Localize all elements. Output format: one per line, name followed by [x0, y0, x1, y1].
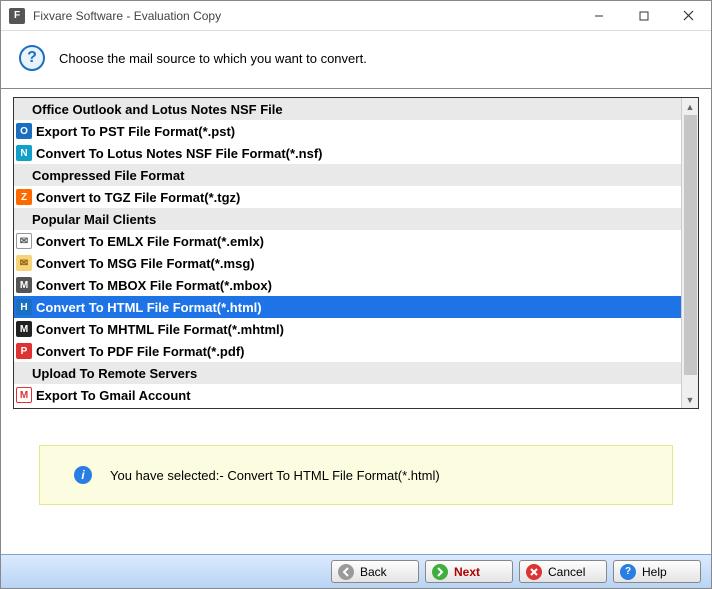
list-item-label: Convert To MSG File Format(*.msg) [36, 256, 255, 271]
question-icon: ? [19, 45, 45, 71]
title-bar: F Fixvare Software - Evaluation Copy [1, 1, 711, 31]
maximize-icon [639, 11, 649, 21]
list-item[interactable]: ✉ Convert To EMLX File Format(*.emlx) [14, 230, 681, 252]
pdf-icon: P [16, 343, 32, 359]
mbox-icon: M [16, 277, 32, 293]
instruction-header: ? Choose the mail source to which you wa… [1, 31, 711, 87]
info-icon: i [74, 466, 92, 484]
cancel-button[interactable]: Cancel [519, 560, 607, 583]
nsf-icon: N [16, 145, 32, 161]
msg-icon: ✉ [16, 255, 32, 271]
next-button-label: Next [454, 565, 480, 579]
list-item-label: Convert To PDF File Format(*.pdf) [36, 344, 244, 359]
next-button[interactable]: Next [425, 560, 513, 583]
list-item[interactable]: M Export To Gmail Account [14, 384, 681, 406]
scroll-down-button[interactable]: ▼ [682, 391, 698, 408]
list-item-label: Export To PST File Format(*.pst) [36, 124, 235, 139]
mhtml-icon: M [16, 321, 32, 337]
emlx-icon: ✉ [16, 233, 32, 249]
tgz-icon: Z [16, 189, 32, 205]
outlook-icon: O [16, 123, 32, 139]
app-icon: F [9, 8, 25, 24]
gmail-icon: M [16, 387, 32, 403]
list-group-header: Upload To Remote Servers [14, 362, 681, 384]
back-button-label: Back [360, 565, 387, 579]
list-item[interactable]: H Convert To HTML File Format(*.html) [14, 296, 681, 318]
help-icon: ? [620, 564, 636, 580]
list-item-label: Convert To MHTML File Format(*.mhtml) [36, 322, 284, 337]
format-list[interactable]: Office Outlook and Lotus Notes NSF FileO… [14, 98, 681, 408]
help-button[interactable]: ? Help [613, 560, 701, 583]
cancel-icon [526, 564, 542, 580]
list-item[interactable]: P Convert To PDF File Format(*.pdf) [14, 340, 681, 362]
close-button[interactable] [666, 1, 711, 30]
list-group-header: Office Outlook and Lotus Notes NSF File [14, 98, 681, 120]
minimize-icon [594, 11, 604, 21]
divider [1, 88, 711, 89]
next-icon [432, 564, 448, 580]
list-item[interactable]: M Convert To MBOX File Format(*.mbox) [14, 274, 681, 296]
list-item[interactable]: O Export To PST File Format(*.pst) [14, 120, 681, 142]
selection-info-panel: i You have selected:- Convert To HTML Fi… [39, 445, 673, 505]
scroll-thumb[interactable] [684, 115, 697, 375]
maximize-button[interactable] [621, 1, 666, 30]
minimize-button[interactable] [576, 1, 621, 30]
close-icon [683, 10, 694, 21]
bottom-button-bar: Back Next Cancel ? Help [1, 554, 711, 588]
list-item-label: Export To Gmail Account [36, 388, 191, 403]
selection-message: You have selected:- Convert To HTML File… [110, 468, 440, 483]
back-icon [338, 564, 354, 580]
format-list-container: Office Outlook and Lotus Notes NSF FileO… [13, 97, 699, 409]
scrollbar[interactable]: ▲ ▼ [681, 98, 698, 408]
instruction-text: Choose the mail source to which you want… [59, 51, 367, 66]
list-group-header: Compressed File Format [14, 164, 681, 186]
scroll-up-button[interactable]: ▲ [682, 98, 698, 115]
help-button-label: Help [642, 565, 667, 579]
list-item[interactable]: ✉ Convert To MSG File Format(*.msg) [14, 252, 681, 274]
list-item[interactable]: M Convert To MHTML File Format(*.mhtml) [14, 318, 681, 340]
cancel-button-label: Cancel [548, 565, 585, 579]
list-item-label: Convert To Lotus Notes NSF File Format(*… [36, 146, 323, 161]
list-item-label: Convert To MBOX File Format(*.mbox) [36, 278, 272, 293]
window-title: Fixvare Software - Evaluation Copy [33, 9, 221, 23]
list-group-header: Popular Mail Clients [14, 208, 681, 230]
back-button[interactable]: Back [331, 560, 419, 583]
list-item-label: Convert To EMLX File Format(*.emlx) [36, 234, 264, 249]
list-item[interactable]: N Convert To Lotus Notes NSF File Format(… [14, 142, 681, 164]
list-item-label: Convert to TGZ File Format(*.tgz) [36, 190, 240, 205]
html-icon: H [16, 299, 32, 315]
list-item[interactable]: Z Convert to TGZ File Format(*.tgz) [14, 186, 681, 208]
list-item-label: Convert To HTML File Format(*.html) [36, 300, 262, 315]
